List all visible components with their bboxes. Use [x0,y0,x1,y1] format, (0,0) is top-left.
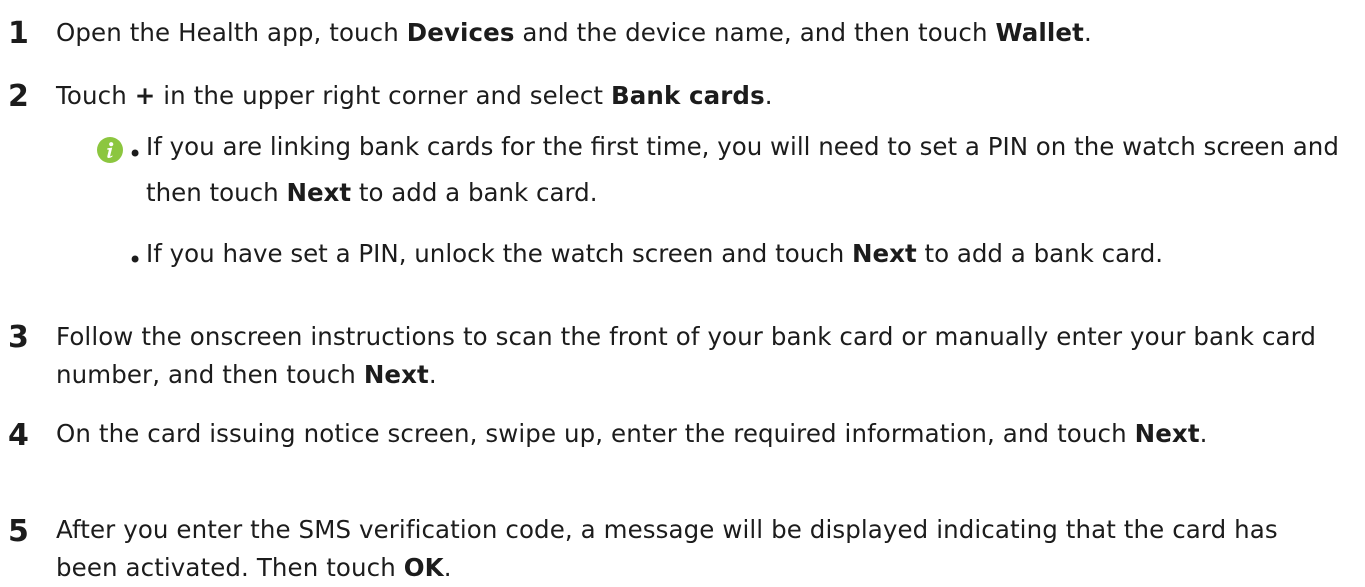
note-block: • If you are linking bank cards for the … [0,130,1365,310]
step-text-run: . [428,360,437,389]
step-number: 5 [8,514,29,549]
step-text-run: . [443,553,452,582]
note-text-run: to add a bank card. [916,239,1164,268]
step-number: 1 [8,16,29,51]
step-number: 2 [8,79,29,114]
step-number: 4 [8,418,29,453]
step-text-run: . [764,81,773,110]
ui-term-next: Next [363,360,429,389]
note-item: If you are linking bank cards for the fi… [146,124,1356,216]
ui-term-next: Next [852,239,917,268]
note-text-run: If you have set a PIN, unlock the watch … [146,239,853,268]
step-text-run: . [1083,18,1092,47]
ui-term-bank-cards: Bank cards [611,81,765,110]
ui-term-ok: OK [403,553,444,582]
step-text-run: Touch [56,81,135,110]
info-icon [97,137,123,163]
step-text-run: Follow the onscreen instructions to scan… [56,322,1317,389]
step-text-run: After you enter the SMS verification cod… [56,515,1278,582]
step-text-run: and the device name, and then touch [514,18,996,47]
note-item: If you have set a PIN, unlock the watch … [146,231,1356,277]
step-text: On the card issuing notice screen, swipe… [56,415,1346,452]
bullet-icon: • [128,246,143,274]
step-text-run: Open the Health app, touch [56,18,407,47]
step-text: Follow the onscreen instructions to scan… [56,318,1346,394]
step-text: After you enter the SMS verification cod… [56,511,1346,587]
ui-term-next: Next [286,178,352,207]
ui-term-devices: Devices [406,18,515,47]
step-text-run: . [1199,419,1208,448]
step-text: Open the Health app, touch Devices and t… [56,14,1346,52]
step-text-run: in the upper right corner and select [155,81,612,110]
ui-term-next: Next [1134,419,1200,448]
step-text: Touch + in the upper right corner and se… [56,77,1346,115]
ui-term-wallet: Wallet [995,18,1084,47]
note-text-run: to add a bank card. [351,178,598,207]
ui-term-plus: + [134,81,156,110]
step-number: 3 [8,320,29,355]
bullet-icon: • [128,140,143,168]
step-text-run: On the card issuing notice screen, swipe… [56,419,1135,448]
